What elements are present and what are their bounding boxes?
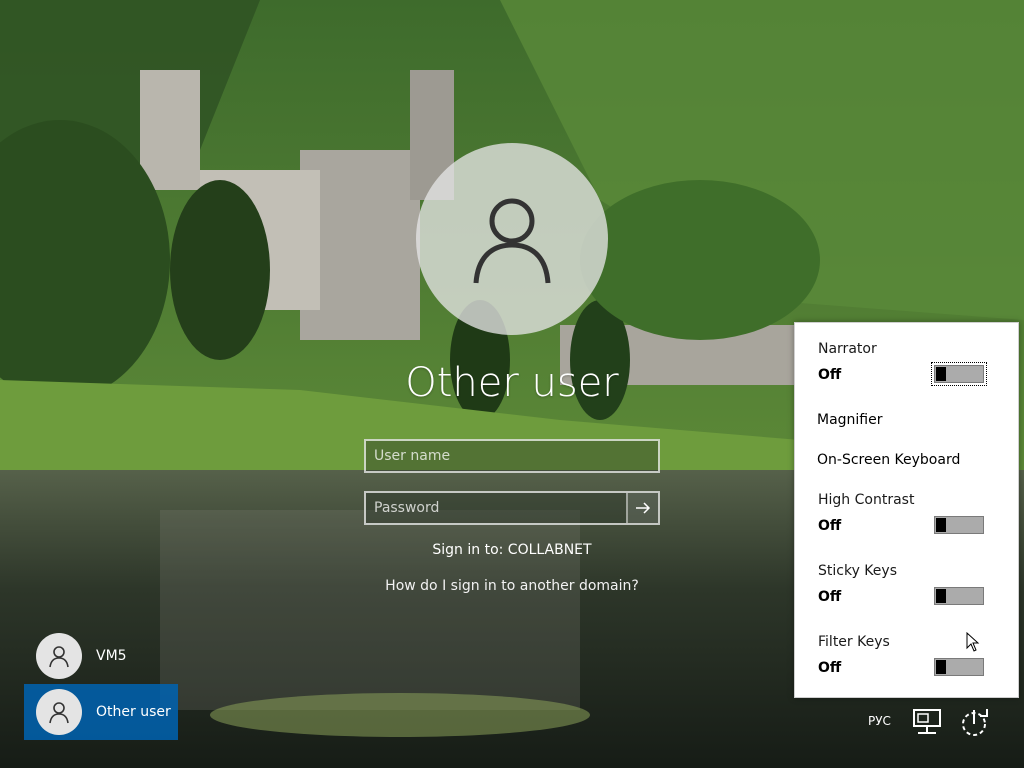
ease-of-access-panel: Narrator Off Magnifier On-Screen Keyboar… bbox=[794, 322, 1019, 698]
password-field-box bbox=[364, 491, 660, 525]
tile-avatar bbox=[36, 633, 82, 679]
mouse-cursor-icon bbox=[966, 632, 980, 652]
power-icon[interactable] bbox=[958, 706, 992, 738]
magnifier-option[interactable]: Magnifier bbox=[817, 412, 883, 428]
filter-keys-title: Filter Keys bbox=[818, 634, 890, 650]
user-icon bbox=[473, 198, 551, 284]
filter-keys-state: Off bbox=[818, 660, 842, 676]
user-tile-label: VM5 bbox=[96, 648, 127, 664]
tile-avatar bbox=[36, 689, 82, 735]
language-indicator[interactable]: РУС bbox=[868, 714, 891, 728]
user-icon bbox=[49, 702, 69, 724]
user-avatar bbox=[416, 143, 608, 335]
password-input[interactable] bbox=[366, 493, 626, 523]
submit-button[interactable] bbox=[626, 493, 658, 523]
high-contrast-toggle[interactable] bbox=[934, 516, 984, 534]
sticky-keys-state: Off bbox=[818, 589, 842, 605]
user-tile-vm5[interactable]: VM5 bbox=[24, 628, 178, 684]
high-contrast-title: High Contrast bbox=[818, 492, 915, 508]
lock-screen: Other user Sign in to: COLLABNET How do … bbox=[0, 0, 1024, 768]
user-tile-other-user[interactable]: Other user bbox=[24, 684, 178, 740]
sticky-keys-title: Sticky Keys bbox=[818, 563, 897, 579]
narrator-state: Off bbox=[818, 367, 842, 383]
network-icon[interactable] bbox=[912, 708, 942, 736]
username-field-box bbox=[364, 439, 660, 473]
toggle-knob bbox=[936, 367, 946, 381]
high-contrast-state: Off bbox=[818, 518, 842, 534]
sticky-keys-toggle[interactable] bbox=[934, 587, 984, 605]
user-title: Other user bbox=[405, 360, 619, 406]
toggle-knob bbox=[936, 589, 946, 603]
user-tile-label: Other user bbox=[96, 704, 171, 720]
narrator-toggle[interactable] bbox=[931, 362, 987, 386]
narrator-title: Narrator bbox=[818, 341, 877, 357]
toggle-knob bbox=[936, 660, 946, 674]
user-icon bbox=[49, 646, 69, 668]
arrow-right-icon bbox=[636, 502, 651, 514]
username-input[interactable] bbox=[366, 441, 658, 471]
sign-in-domain-text: Sign in to: COLLABNET bbox=[432, 542, 592, 558]
domain-help-link[interactable]: How do I sign in to another domain? bbox=[312, 578, 712, 594]
filter-keys-toggle[interactable] bbox=[934, 658, 984, 676]
toggle-knob bbox=[936, 518, 946, 532]
on-screen-keyboard-option[interactable]: On-Screen Keyboard bbox=[817, 452, 960, 468]
